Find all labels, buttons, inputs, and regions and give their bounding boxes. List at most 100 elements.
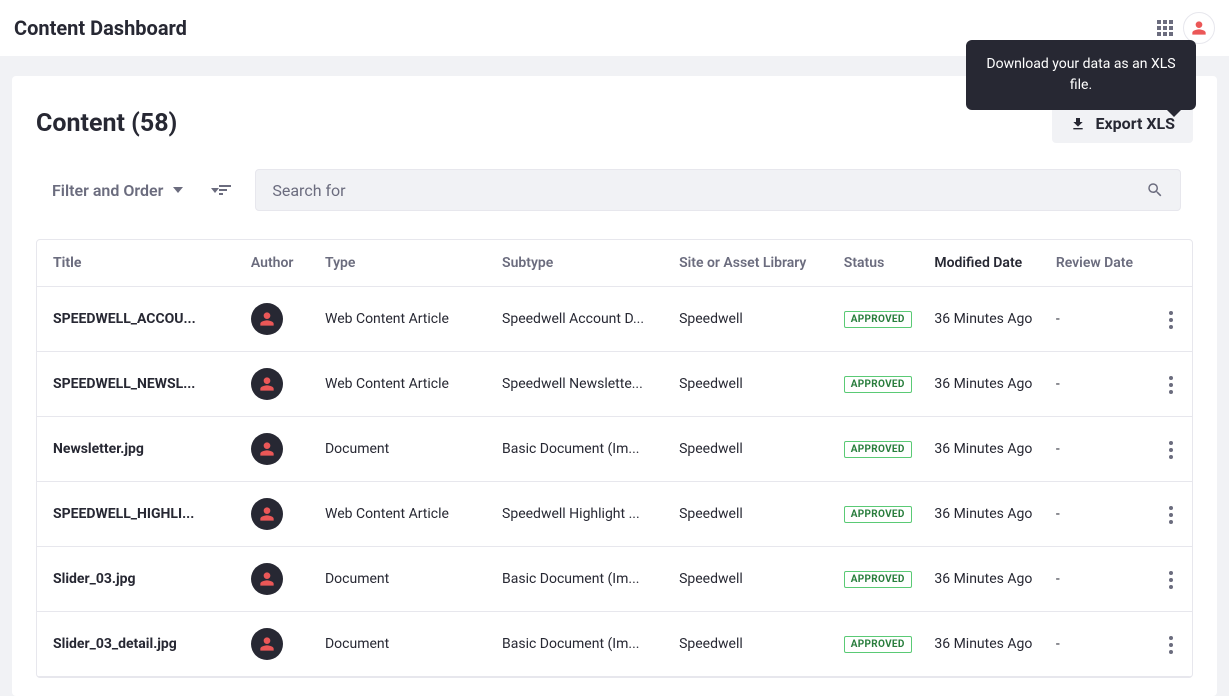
user-icon bbox=[259, 311, 275, 327]
table-row[interactable]: Slider_03_detail.jpg Document Basic Docu… bbox=[37, 612, 1192, 677]
table-header-row: Title Author Type Subtype Site or Asset … bbox=[37, 240, 1192, 287]
cell-review: - bbox=[1048, 482, 1151, 547]
page-title: Content Dashboard bbox=[14, 16, 187, 40]
export-button-label: Export XLS bbox=[1096, 114, 1175, 133]
cell-title[interactable]: SPEEDWELL_HIGHLI... bbox=[37, 482, 243, 547]
apps-grid-icon[interactable] bbox=[1157, 20, 1173, 36]
main-panel: Content (58) Export XLS Filter and Order… bbox=[12, 76, 1217, 696]
status-badge: APPROVED bbox=[844, 441, 912, 458]
cell-type: Web Content Article bbox=[317, 352, 494, 417]
row-actions-button[interactable] bbox=[1163, 435, 1179, 465]
user-icon bbox=[259, 506, 275, 522]
content-title: Content (58) bbox=[36, 109, 177, 138]
cell-title[interactable]: SPEEDWELL_ACCOU... bbox=[37, 287, 243, 352]
filter-button-label: Filter and Order bbox=[52, 181, 163, 200]
cell-title[interactable]: Slider_03_detail.jpg bbox=[37, 612, 243, 677]
sort-arrow-icon bbox=[211, 188, 219, 193]
cell-subtype: Basic Document (Im... bbox=[494, 417, 671, 482]
cell-author bbox=[243, 352, 317, 417]
col-header-type[interactable]: Type bbox=[317, 240, 494, 287]
cell-author bbox=[243, 287, 317, 352]
cell-site: Speedwell bbox=[671, 612, 836, 677]
col-header-modified[interactable]: Modified Date bbox=[926, 240, 1047, 287]
cell-site: Speedwell bbox=[671, 417, 836, 482]
cell-type: Web Content Article bbox=[317, 482, 494, 547]
author-avatar[interactable] bbox=[251, 628, 283, 660]
cell-status: APPROVED bbox=[836, 612, 927, 677]
table-row[interactable]: SPEEDWELL_HIGHLI... Web Content Article … bbox=[37, 482, 1192, 547]
author-avatar[interactable] bbox=[251, 563, 283, 595]
cell-modified: 36 Minutes Ago bbox=[926, 352, 1047, 417]
status-badge: APPROVED bbox=[844, 506, 912, 523]
toolbar: Filter and Order bbox=[12, 161, 1217, 229]
cell-modified: 36 Minutes Ago bbox=[926, 417, 1047, 482]
cell-title[interactable]: SPEEDWELL_NEWSL... bbox=[37, 352, 243, 417]
col-header-title[interactable]: Title bbox=[37, 240, 243, 287]
cell-title[interactable]: Slider_03.jpg bbox=[37, 547, 243, 612]
cell-status: APPROVED bbox=[836, 352, 927, 417]
filter-order-button[interactable]: Filter and Order bbox=[48, 175, 187, 206]
cell-actions bbox=[1151, 287, 1192, 352]
cell-author bbox=[243, 612, 317, 677]
cell-modified: 36 Minutes Ago bbox=[926, 482, 1047, 547]
col-header-actions bbox=[1151, 240, 1192, 287]
author-avatar[interactable] bbox=[251, 368, 283, 400]
cell-subtype: Speedwell Account D... bbox=[494, 287, 671, 352]
cell-modified: 36 Minutes Ago bbox=[926, 287, 1047, 352]
row-actions-button[interactable] bbox=[1163, 630, 1179, 660]
col-header-site[interactable]: Site or Asset Library bbox=[671, 240, 836, 287]
cell-review: - bbox=[1048, 547, 1151, 612]
sort-lines-icon bbox=[219, 185, 231, 195]
row-actions-button[interactable] bbox=[1163, 565, 1179, 595]
cell-subtype: Speedwell Newslette... bbox=[494, 352, 671, 417]
cell-author bbox=[243, 482, 317, 547]
download-icon bbox=[1070, 116, 1086, 132]
table-row[interactable]: Slider_03.jpg Document Basic Document (I… bbox=[37, 547, 1192, 612]
cell-modified: 36 Minutes Ago bbox=[926, 612, 1047, 677]
user-icon bbox=[259, 636, 275, 652]
cell-site: Speedwell bbox=[671, 547, 836, 612]
row-actions-button[interactable] bbox=[1163, 500, 1179, 530]
table-row[interactable]: Newsletter.jpg Document Basic Document (… bbox=[37, 417, 1192, 482]
cell-subtype: Speedwell Highlight ... bbox=[494, 482, 671, 547]
cell-status: APPROVED bbox=[836, 547, 927, 612]
col-header-status[interactable]: Status bbox=[836, 240, 927, 287]
cell-title[interactable]: Newsletter.jpg bbox=[37, 417, 243, 482]
sort-button[interactable] bbox=[205, 179, 237, 201]
top-bar: Content Dashboard Download your data as … bbox=[0, 0, 1229, 56]
cell-subtype: Basic Document (Im... bbox=[494, 547, 671, 612]
row-actions-button[interactable] bbox=[1163, 370, 1179, 400]
caret-down-icon bbox=[173, 187, 183, 193]
cell-modified: 36 Minutes Ago bbox=[926, 547, 1047, 612]
table-row[interactable]: SPEEDWELL_NEWSL... Web Content Article S… bbox=[37, 352, 1192, 417]
col-header-author[interactable]: Author bbox=[243, 240, 317, 287]
export-tooltip: Download your data as an XLS file. bbox=[966, 40, 1196, 110]
row-actions-button[interactable] bbox=[1163, 305, 1179, 335]
cell-type: Document bbox=[317, 612, 494, 677]
cell-review: - bbox=[1048, 352, 1151, 417]
cell-type: Document bbox=[317, 417, 494, 482]
user-icon bbox=[259, 571, 275, 587]
cell-actions bbox=[1151, 612, 1192, 677]
content-table: Title Author Type Subtype Site or Asset … bbox=[37, 240, 1192, 677]
author-avatar[interactable] bbox=[251, 498, 283, 530]
search-icon[interactable] bbox=[1146, 181, 1164, 199]
table-row[interactable]: SPEEDWELL_ACCOU... Web Content Article S… bbox=[37, 287, 1192, 352]
cell-review: - bbox=[1048, 612, 1151, 677]
author-avatar[interactable] bbox=[251, 433, 283, 465]
user-icon bbox=[1191, 20, 1207, 36]
user-icon bbox=[259, 376, 275, 392]
user-icon bbox=[259, 441, 275, 457]
cell-status: APPROVED bbox=[836, 287, 927, 352]
content-table-wrap: Title Author Type Subtype Site or Asset … bbox=[36, 239, 1193, 678]
cell-review: - bbox=[1048, 417, 1151, 482]
author-avatar[interactable] bbox=[251, 303, 283, 335]
status-badge: APPROVED bbox=[844, 571, 912, 588]
col-header-review[interactable]: Review Date bbox=[1048, 240, 1151, 287]
cell-author bbox=[243, 417, 317, 482]
cell-type: Document bbox=[317, 547, 494, 612]
cell-actions bbox=[1151, 547, 1192, 612]
search-input[interactable] bbox=[272, 181, 1146, 200]
cell-site: Speedwell bbox=[671, 287, 836, 352]
col-header-subtype[interactable]: Subtype bbox=[494, 240, 671, 287]
